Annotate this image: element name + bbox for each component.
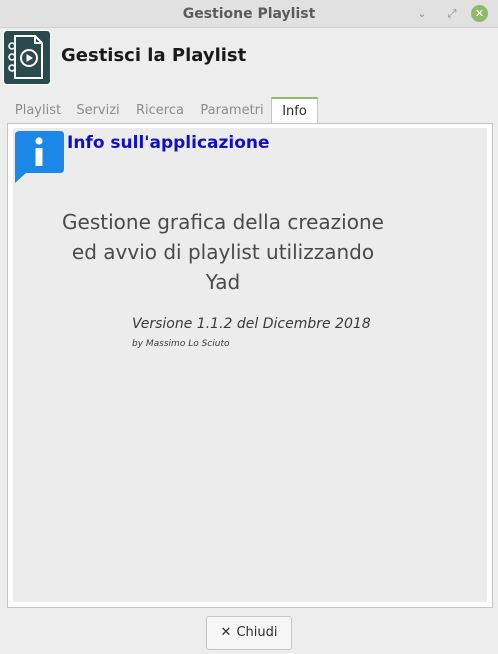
description-line: Gestione grafica della creazione [62,210,384,234]
tab-info[interactable]: Info [271,97,318,124]
app-title: Gestisci la Playlist [61,45,247,66]
author-text: by Massimo Lo Sciuto [132,339,230,349]
close-button[interactable]: ✕ Chiudi [206,616,292,650]
maximize-icon[interactable]: ⤢ [442,4,462,24]
tab-ricerca[interactable]: Ricerca [130,98,190,123]
info-icon [14,131,66,185]
title-bar: Gestione Playlist ⌄ ⤢ ✕ [0,0,498,28]
app-header: Gestisci la Playlist [0,28,498,88]
info-content: Info sull'applicazione Gestione grafica … [13,128,487,602]
tab-parametri[interactable]: Parametri [194,98,270,123]
playlist-document-icon [3,30,51,85]
info-title: Info sull'applicazione [67,133,270,153]
description-line: ed avvio di playlist utilizzando [71,240,375,264]
close-window-icon[interactable]: ✕ [471,5,488,22]
tab-servizi[interactable]: Servizi [70,98,126,123]
app-description: Gestione grafica della creazione ed avvi… [53,207,393,297]
description-line: Yad [205,270,241,294]
minimize-icon[interactable]: ⌄ [412,4,432,24]
tab-playlist[interactable]: Playlist [8,98,68,123]
close-icon: ✕ [220,625,232,640]
close-label: Chiudi [236,625,278,640]
info-panel: Info sull'applicazione Gestione grafica … [7,123,493,608]
version-text: Versione 1.1.2 del Dicembre 2018 [132,316,371,332]
